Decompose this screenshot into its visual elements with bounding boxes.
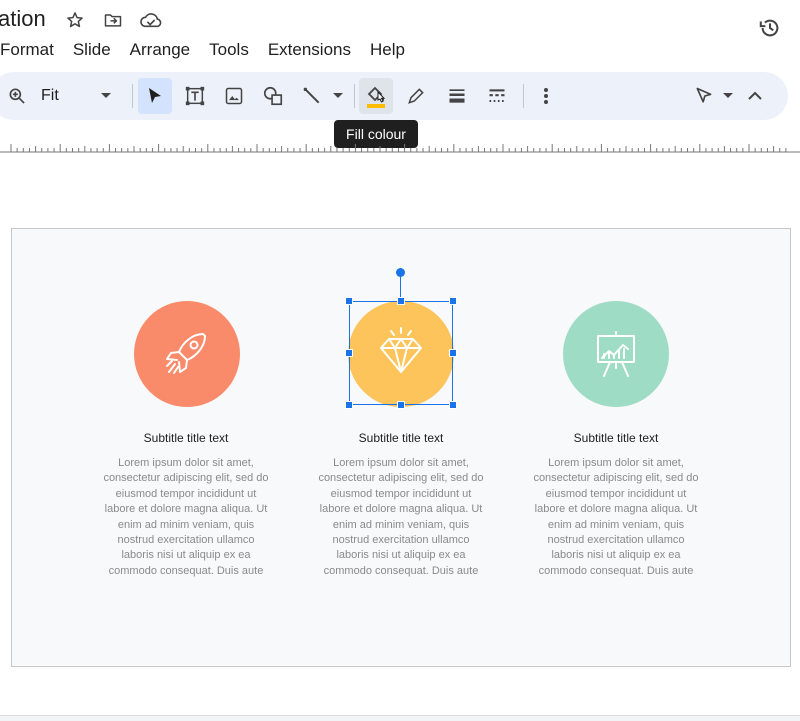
toolbar-divider <box>523 84 524 108</box>
menu-help[interactable]: Help <box>370 40 405 60</box>
insert-image-icon[interactable] <box>217 78 251 114</box>
move-folder-icon[interactable] <box>101 8 125 32</box>
resize-handle-bottom[interactable] <box>397 401 405 409</box>
body-text[interactable]: Lorem ipsum dolor sit amet, consectetur … <box>531 456 701 579</box>
resize-handle-bottom-right[interactable] <box>449 401 457 409</box>
border-dash-icon[interactable] <box>480 78 514 114</box>
zoom-select-value[interactable]: Fit <box>41 87 59 105</box>
menu-extensions[interactable]: Extensions <box>268 40 351 60</box>
menu-format[interactable]: Format <box>0 40 54 60</box>
cloud-saved-icon[interactable] <box>139 8 163 32</box>
subtitle-text[interactable]: Subtitle title text <box>86 431 286 445</box>
text-box-icon[interactable] <box>178 78 212 114</box>
version-history-icon[interactable] <box>758 16 782 40</box>
editing-mode-dropdown-icon[interactable] <box>718 78 738 114</box>
shape-icon[interactable] <box>256 78 290 114</box>
collapse-toolbar-icon[interactable] <box>738 78 772 114</box>
subtitle-text[interactable]: Subtitle title text <box>516 431 716 445</box>
toolbar: Fit <box>0 72 788 120</box>
horizontal-ruler <box>0 144 800 153</box>
menu-arrange[interactable]: Arrange <box>130 40 190 60</box>
menu-tools[interactable]: Tools <box>209 40 249 60</box>
resize-handle-top-left[interactable] <box>345 297 353 305</box>
rotation-handle[interactable] <box>396 268 405 277</box>
resize-handle-top-right[interactable] <box>449 297 457 305</box>
rocket-icon <box>166 333 206 374</box>
body-text[interactable]: Lorem ipsum dolor sit amet, consectetur … <box>316 456 486 579</box>
body-text[interactable]: Lorem ipsum dolor sit amet, consectetur … <box>101 456 271 579</box>
star-icon[interactable] <box>63 8 87 32</box>
toolbar-divider <box>132 84 133 108</box>
toolbar-divider <box>354 84 355 108</box>
presentation-circle[interactable] <box>563 301 669 407</box>
menu-slide[interactable]: Slide <box>73 40 111 60</box>
slide-canvas[interactable]: Subtitle title text Lorem ipsum dolor si… <box>11 228 791 667</box>
rocket-circle[interactable] <box>134 301 240 407</box>
menu-bar: Format Slide Arrange Tools Extensions He… <box>0 38 424 62</box>
editing-mode-icon[interactable] <box>687 78 721 114</box>
border-weight-icon[interactable] <box>440 78 474 114</box>
more-options-icon[interactable] <box>529 78 563 114</box>
resize-handle-right[interactable] <box>449 349 457 357</box>
zoom-dropdown-icon[interactable] <box>94 78 118 114</box>
zoom-icon[interactable] <box>0 78 34 114</box>
title-bar: ation <box>0 0 800 40</box>
border-colour-icon[interactable] <box>399 78 433 114</box>
resize-handle-bottom-left[interactable] <box>345 401 353 409</box>
document-title[interactable]: ation <box>0 6 46 32</box>
subtitle-text[interactable]: Subtitle title text <box>301 431 501 445</box>
line-dropdown-icon[interactable] <box>326 78 350 114</box>
selection-box <box>349 301 453 405</box>
line-icon[interactable] <box>295 78 329 114</box>
fill-colour-button[interactable] <box>359 78 393 114</box>
bottom-panel-edge <box>0 715 800 721</box>
resize-handle-left[interactable] <box>345 349 353 357</box>
select-tool-button[interactable] <box>138 78 172 114</box>
presentation-chart-icon <box>597 331 635 377</box>
resize-handle-top[interactable] <box>397 297 405 305</box>
